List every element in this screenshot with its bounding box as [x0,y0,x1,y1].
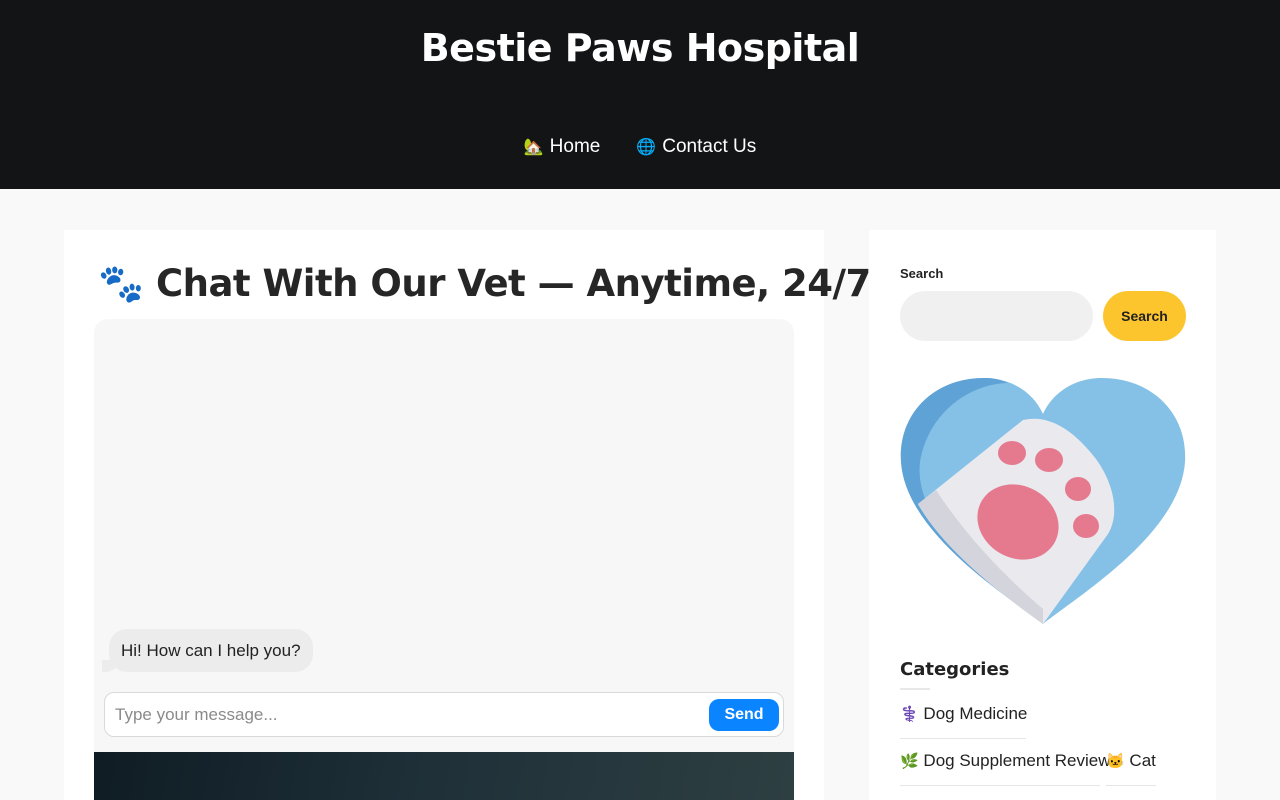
categories-heading: Categories [900,659,1010,680]
search-button[interactable]: Search [1103,291,1186,341]
category-dog-medicine[interactable]: ⚕️ Dog Medicine [900,704,1027,724]
nav-item-contact[interactable]: 🌐 Contact Us [636,136,756,158]
categories-heading-underline [900,688,930,690]
bot-message-bubble: Hi! How can I help you? [109,629,313,672]
chat-message-input[interactable] [115,701,695,729]
paw-toe-1 [998,441,1026,465]
paw-toe-4 [1073,514,1099,538]
search-input[interactable] [900,291,1093,341]
herb-icon: 🌿 [900,753,919,770]
page-title: 🐾 Chat With Our Vet — Anytime, 24/7 [98,262,871,306]
nav-item-home[interactable]: 🏡 Home [524,136,601,158]
search-label: Search [900,266,944,281]
paw-toe-3 [1065,477,1091,501]
category-divider [900,785,1100,786]
category-divider [1106,785,1156,786]
paw-toe-2 [1035,448,1063,472]
send-button[interactable]: Send [709,699,779,731]
chat-input-container [104,692,784,737]
category-dog-supplement-review[interactable]: 🌿 Dog Supplement Review [900,751,1111,771]
nav-item-label: Home [549,136,601,157]
page-title-text: Chat With Our Vet — Anytime, 24/7 [155,262,871,305]
category-label: Dog Medicine [923,704,1028,723]
main-nav: 🏡 Home 🌐 Contact Us [0,136,1280,158]
category-label: Dog Supplement Review [923,751,1111,770]
category-divider [900,738,1026,739]
nav-item-label: Contact Us [662,136,757,157]
globe-icon: 🌐 [636,139,657,156]
category-cat[interactable]: 🐱 Cat [1106,751,1156,771]
house-icon: 🏡 [523,139,544,156]
featured-image [94,752,794,800]
category-label: Cat [1129,751,1156,770]
medical-icon: ⚕️ [900,706,919,723]
chat-window [94,319,794,752]
cat-face-icon: 🐱 [1106,753,1125,770]
site-title[interactable]: Bestie Paws Hospital [0,26,1280,70]
paw-prints-icon: 🐾 [98,262,144,305]
heart-paw-logo [900,377,1186,624]
